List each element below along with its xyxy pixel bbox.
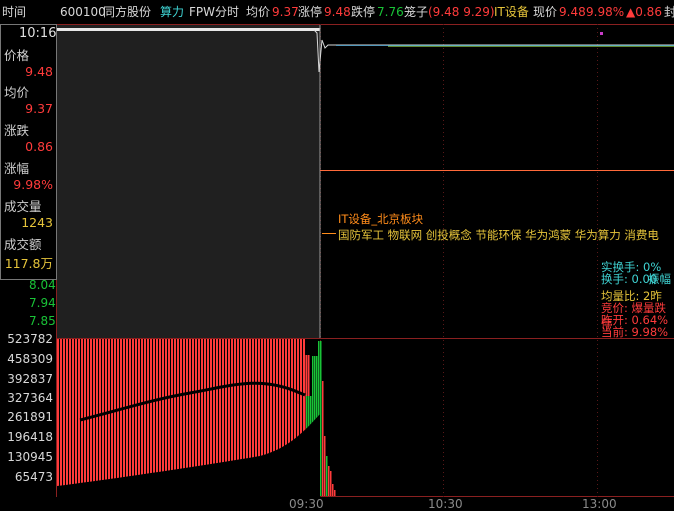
pct-label: 涨幅 (4, 161, 30, 176)
volume-bar (150, 339, 152, 496)
volume-bar (72, 339, 74, 496)
volume-bar (81, 339, 83, 496)
volume-axis-tick: 392837 (7, 372, 53, 386)
volume-axis-tick: 261891 (7, 410, 53, 424)
concept-title[interactable]: IT设备_北京板块 (338, 211, 423, 227)
volume-bar (334, 490, 336, 496)
volume-bar (135, 339, 137, 496)
volume-bar (66, 339, 68, 496)
amount-value: 117.8万 (4, 256, 53, 271)
volume-bar (141, 339, 143, 496)
price-axis-tick: 7.94 (29, 296, 56, 310)
volume-bar (129, 339, 131, 496)
volume-bar (63, 339, 65, 496)
volume-bar (117, 339, 119, 496)
pct-amount: 9.98% (13, 177, 53, 192)
time-axis-tick: 10:30 (428, 497, 463, 511)
change-label: 涨跌 (4, 123, 30, 138)
volume-bar (69, 339, 71, 496)
volume-axis-tick: 196418 (7, 430, 53, 444)
price-value: 9.48 (25, 64, 53, 79)
intraday-chart[interactable] (0, 0, 674, 511)
volume-axis-tick: 65473 (14, 470, 53, 484)
volume-bar (114, 339, 116, 496)
volume-bar (326, 456, 328, 496)
price-axis-tick: 8.04 (29, 278, 56, 292)
cursor-time: 10:16 (19, 26, 57, 41)
volume-axis-tick: 327364 (7, 391, 53, 405)
avg-value: 9.37 (25, 101, 53, 116)
time-axis-tick: 09:30 (289, 497, 324, 511)
volume-bar (324, 436, 326, 496)
volume-bar (57, 339, 59, 496)
volume-bar (96, 339, 98, 496)
volume-bar (322, 381, 324, 496)
concept-leader-line (322, 233, 336, 234)
amplitude-stat: 振幅 (648, 272, 671, 286)
volume-bar (328, 466, 330, 496)
volume-bar (99, 339, 101, 496)
volume-bar (60, 339, 62, 496)
quote-info-panel: 10:16 价格 9.48 均价 9.37 涨跌 0.86 涨幅 9.98% 成… (0, 24, 57, 280)
volume-bar (147, 339, 149, 496)
volume-bar (132, 339, 134, 496)
volume-label: 成交量 (4, 199, 42, 214)
volume-bar (105, 339, 107, 496)
volume-axis-tick: 130945 (7, 450, 53, 464)
auction-price-band (57, 28, 320, 31)
volume-bar (330, 471, 332, 496)
current-pct-stat: 当前: 9.98% (601, 325, 669, 339)
volume-bar (153, 339, 155, 496)
volume-bar (144, 339, 146, 496)
volume-bar (120, 339, 122, 496)
avg-label: 均价 (4, 85, 30, 100)
volume-axis-tick: 458309 (7, 352, 53, 366)
auction-area (57, 25, 320, 338)
price-line (313, 29, 674, 73)
price-label: 价格 (4, 48, 30, 63)
marker-dot (600, 32, 603, 35)
volume-bar (123, 339, 125, 496)
volume-bar (108, 339, 110, 496)
volume-value: 1243 (21, 215, 53, 230)
concept-list[interactable]: 国防军工 物联网 创投概念 节能环保 华为鸿蒙 华为算力 消费电 (338, 227, 659, 243)
price-axis-tick: 7.85 (29, 314, 56, 328)
volume-axis-tick: 523782 (7, 332, 53, 346)
volume-bar (332, 484, 334, 496)
amount-label: 成交额 (4, 237, 42, 252)
time-axis-tick: 13:00 (582, 497, 617, 511)
volume-bar (78, 339, 80, 496)
volume-bar (111, 339, 113, 496)
change-amount: 0.86 (25, 139, 53, 154)
volume-bar (75, 339, 77, 496)
volume-bar (102, 339, 104, 496)
volume-bar (126, 339, 128, 496)
volume-bar (138, 339, 140, 496)
volume-bar (320, 341, 322, 496)
